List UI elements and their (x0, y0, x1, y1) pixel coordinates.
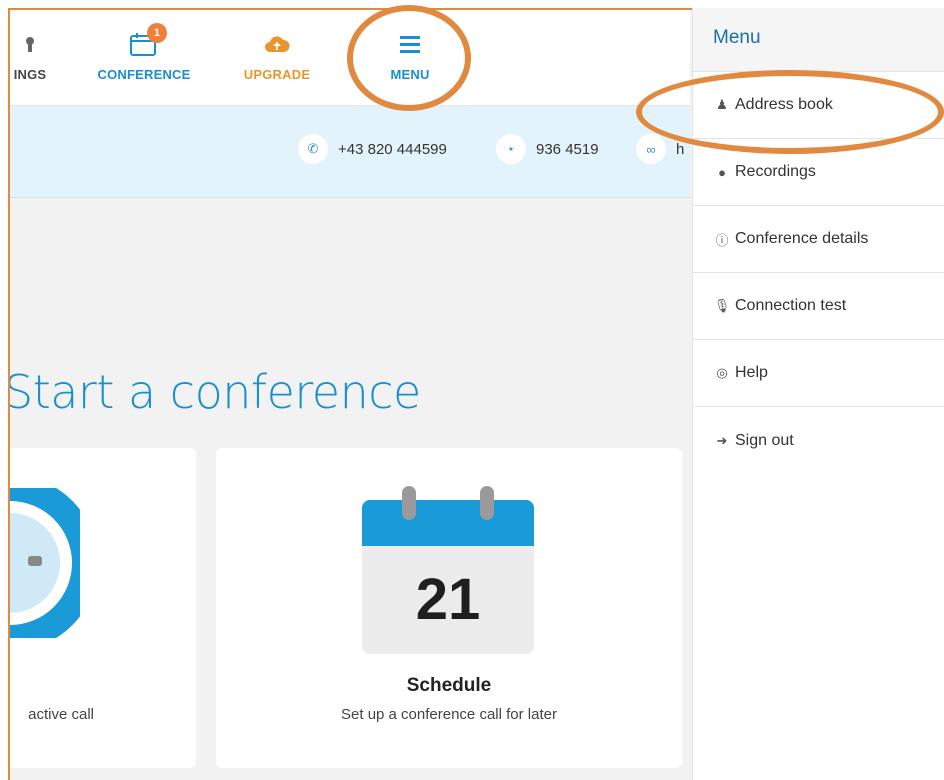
phone-number[interactable]: ✆ +43 820 444599 (298, 134, 447, 164)
cloud-upload-icon (264, 30, 290, 58)
phone-icon: ✆ (298, 134, 328, 164)
menu-item-label: Sign out (735, 431, 794, 449)
menu-item-label: Recordings (735, 163, 816, 180)
calendar-icon: 1 (129, 23, 167, 58)
sign-out-icon: ➜ (716, 432, 728, 448)
schedule-title: Schedule (406, 675, 492, 696)
conference-badge: 1 (147, 23, 167, 43)
calendar-day-number: 21 (415, 567, 481, 632)
schedule-subtitle: Set up a conference call for later (341, 706, 557, 723)
pin-code-text: 936 4519 (536, 140, 599, 158)
nav-settings-label: INGS (13, 67, 47, 82)
microphone-icon: 🎙 (713, 298, 731, 313)
start-call-card[interactable]: active call (10, 448, 196, 768)
menu-item-connection-test[interactable]: 🎙 Connection test (693, 273, 944, 340)
pin-code[interactable]: ⋆ 936 4519 (496, 134, 599, 164)
conference-info-bar: ✆ +43 820 444599 ⋆ 936 4519 ∞ h (10, 106, 690, 198)
key-icon: ⋆ (496, 134, 526, 164)
annotation-circle-menu (347, 5, 471, 111)
menu-header: Menu (693, 8, 944, 72)
nav-settings[interactable]: INGS (10, 10, 60, 106)
menu-item-label: Help (735, 364, 768, 381)
phone-ring-icon (10, 488, 80, 638)
menu-item-label: Conference details (735, 230, 869, 247)
nav-upgrade-label: UPGRADE (243, 67, 311, 82)
phone-number-text: +43 820 444599 (338, 140, 447, 158)
nav-conference-label: CONFERENCE (97, 67, 191, 82)
start-call-subtitle: active call (28, 706, 94, 723)
record-dot-icon: ● (718, 164, 726, 180)
lifebuoy-icon: ◎ (716, 365, 728, 380)
page-title: Start a conference (8, 365, 421, 419)
nav-upgrade[interactable]: UPGRADE (232, 10, 322, 106)
menu-item-help[interactable]: ◎ Help (693, 340, 944, 407)
menu-header-title: Menu (713, 27, 761, 48)
link-icon: ∞ (636, 134, 666, 164)
menu-item-conference-details[interactable]: ⓘ Conference details (693, 206, 944, 273)
conference-link-text: h (676, 140, 685, 158)
settings-icon (21, 30, 39, 58)
menu-item-sign-out[interactable]: ➜ Sign out (693, 407, 944, 474)
nav-conference[interactable]: 1 CONFERENCE (88, 10, 200, 106)
schedule-card[interactable]: 21 Schedule Set up a conference call for… (216, 448, 682, 768)
annotation-circle-address-book (636, 70, 944, 154)
info-icon: ⓘ (715, 232, 729, 248)
menu-item-label: Connection test (735, 297, 847, 314)
